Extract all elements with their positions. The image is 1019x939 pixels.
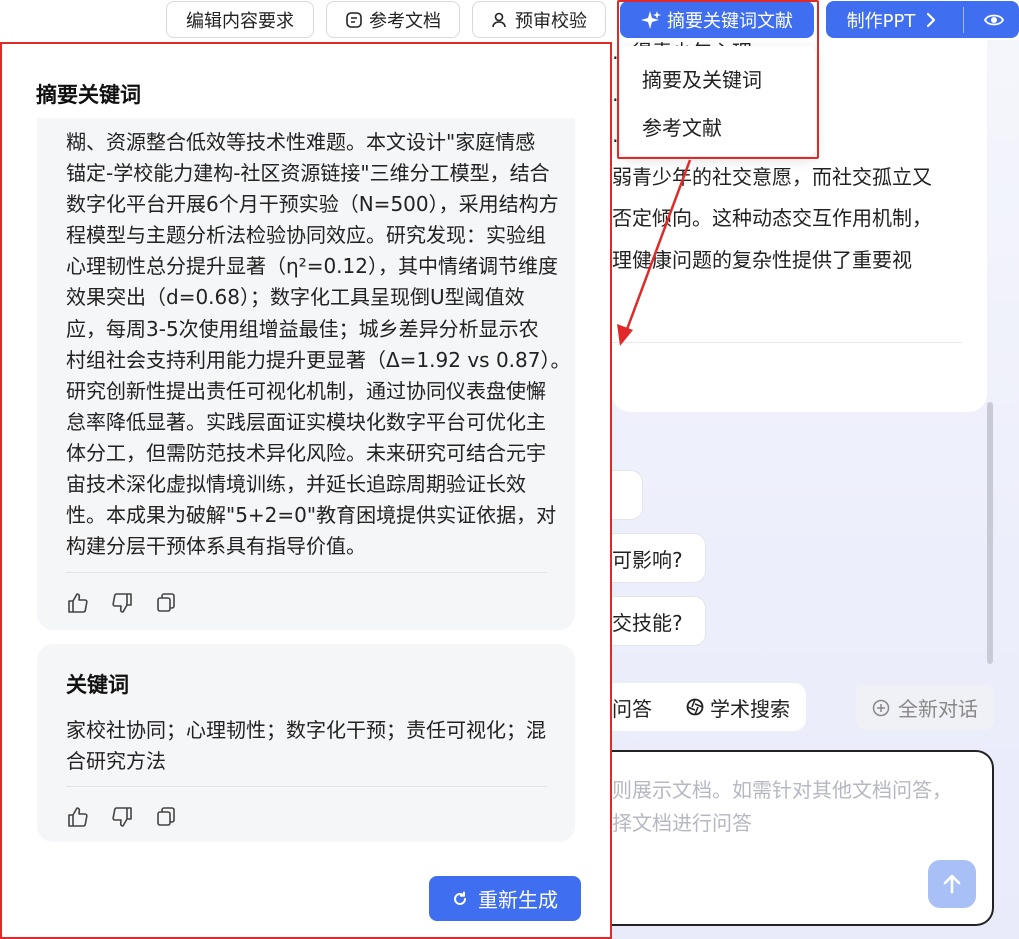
abstract-keywords-button[interactable]: 摘要关键词文献 <box>620 1 814 38</box>
new-chat-button[interactable]: 全新对话 <box>856 685 994 730</box>
make-ppt-label: 制作PPT <box>846 10 916 32</box>
suggestion-chip[interactable] <box>612 470 643 520</box>
abstract-line: 效果突出（d=0.68）；数字化工具呈现倒U型阈值效 <box>66 285 525 309</box>
abstract-line: 心理韧性总分提升显著（η²=0.12），其中情绪调节维度 <box>66 254 558 278</box>
thumbs-up-icon[interactable] <box>66 591 90 615</box>
suggestion-chip[interactable]: 可影响? <box>612 533 706 583</box>
check-person-icon <box>491 11 509 29</box>
panel-title: 摘要关键词 <box>36 83 141 107</box>
eye-icon <box>984 12 1004 28</box>
new-chat-label: 全新对话 <box>898 697 978 721</box>
pre-review-button[interactable]: 预审校验 <box>472 1 606 38</box>
preview-button[interactable] <box>970 12 1018 28</box>
refresh-icon <box>452 891 468 907</box>
abstract-line: 数字化平台开展6个月干预实验（N=500），采用结构方 <box>66 192 559 216</box>
abstract-line: 应，每周3-5次使用组增益最佳；城乡差异分析显示农 <box>66 317 539 341</box>
make-ppt-main[interactable]: 制作PPT <box>827 7 957 33</box>
edit-requirements-button[interactable]: 编辑内容要求 <box>166 1 314 38</box>
document-icon <box>345 11 363 29</box>
abstract-line: 程模型与主题分析法检验协同效应。研究发现：实验组 <box>66 223 546 247</box>
abstract-line: 宙技术深化虚拟情境训练，并延长追踪周期验证长效 <box>66 472 526 496</box>
ppt-separator <box>963 6 964 33</box>
send-button[interactable] <box>928 860 976 908</box>
abstract-dropdown-menu: 摘要及关键词 参考文献 <box>620 46 816 156</box>
answer-divider <box>612 342 962 343</box>
make-ppt-button[interactable]: 制作PPT <box>826 1 1019 38</box>
abstract-line: 锚定-学校能力建构-社区资源链接"三维分工模型，结合 <box>66 161 550 185</box>
answer-line: 弱青少年的社交意愿，而社交孤立又 <box>612 165 932 189</box>
keywords-line: 合研究方法 <box>66 749 166 773</box>
copy-icon[interactable] <box>154 591 178 615</box>
suggestion-chip[interactable]: 交技能? <box>612 596 706 646</box>
input-placeholder: 择文档进行问答 <box>612 811 752 835</box>
input-placeholder: 则展示文档。如需针对其他文档问答， <box>612 778 952 802</box>
abstract-keywords-label: 摘要关键词文献 <box>667 10 793 32</box>
arrow-up-icon <box>941 873 963 895</box>
scrollbar[interactable] <box>987 402 993 664</box>
pre-review-label: 预审校验 <box>515 10 587 32</box>
abstract-line: 研究创新性提出责任可视化机制，通过协同仪表盘使懈 <box>66 379 546 403</box>
thumbs-down-icon[interactable] <box>110 805 134 829</box>
abstract-line: 性。本成果为破解"5+2=0"教育困境提供实证依据，对 <box>66 503 557 527</box>
chevron-right-icon <box>925 12 937 28</box>
regenerate-label: 重新生成 <box>478 888 558 912</box>
thumbs-up-icon[interactable] <box>66 805 90 829</box>
card-divider <box>66 572 547 573</box>
mode-bar: 问答 学术搜索 <box>612 683 806 731</box>
answer-line: 否定倾向。这种动态交互作用机制， <box>612 206 932 230</box>
reference-docs-button[interactable]: 参考文档 <box>326 1 460 38</box>
plus-circle-icon <box>872 699 890 717</box>
card-divider <box>66 786 547 787</box>
aperture-icon <box>686 698 704 716</box>
mode-qa-tab[interactable]: 问答 <box>612 693 674 722</box>
abstract-line: 怠率降低显著。实践层面证实模块化数字平台可优化主 <box>66 410 546 434</box>
answer-line: 理健康问题的复杂性提供了重要视 <box>612 248 912 272</box>
menu-item-abstract-keywords[interactable]: 摘要及关键词 <box>642 64 762 93</box>
mode-search-tab[interactable]: 学术搜索 <box>686 693 790 722</box>
thumbs-down-icon[interactable] <box>110 591 134 615</box>
abstract-line: 构建分层干预体系具有指导价值。 <box>66 534 366 558</box>
regenerate-button[interactable]: 重新生成 <box>429 876 581 921</box>
keywords-title: 关键词 <box>66 673 129 697</box>
abstract-line: 糊、资源整合低效等技术性难题。本文设计"家庭情感 <box>66 130 536 154</box>
edit-requirements-label: 编辑内容要求 <box>186 10 294 32</box>
keywords-line: 家校社协同；心理韧性；数字化干预；责任可视化；混 <box>66 718 546 742</box>
abstract-line: 村组社会支持利用能力提升更显著（Δ=1.92 vs 0.87）。 <box>66 348 571 372</box>
abstract-line: 体分工，但需防范技术异化风险。未来研究可结合元宇 <box>66 441 546 465</box>
reference-docs-label: 参考文档 <box>369 10 441 32</box>
mode-search-label: 学术搜索 <box>710 696 790 721</box>
copy-icon[interactable] <box>154 805 178 829</box>
menu-item-references[interactable]: 参考文献 <box>642 112 722 141</box>
sparkle-icon <box>641 10 661 30</box>
